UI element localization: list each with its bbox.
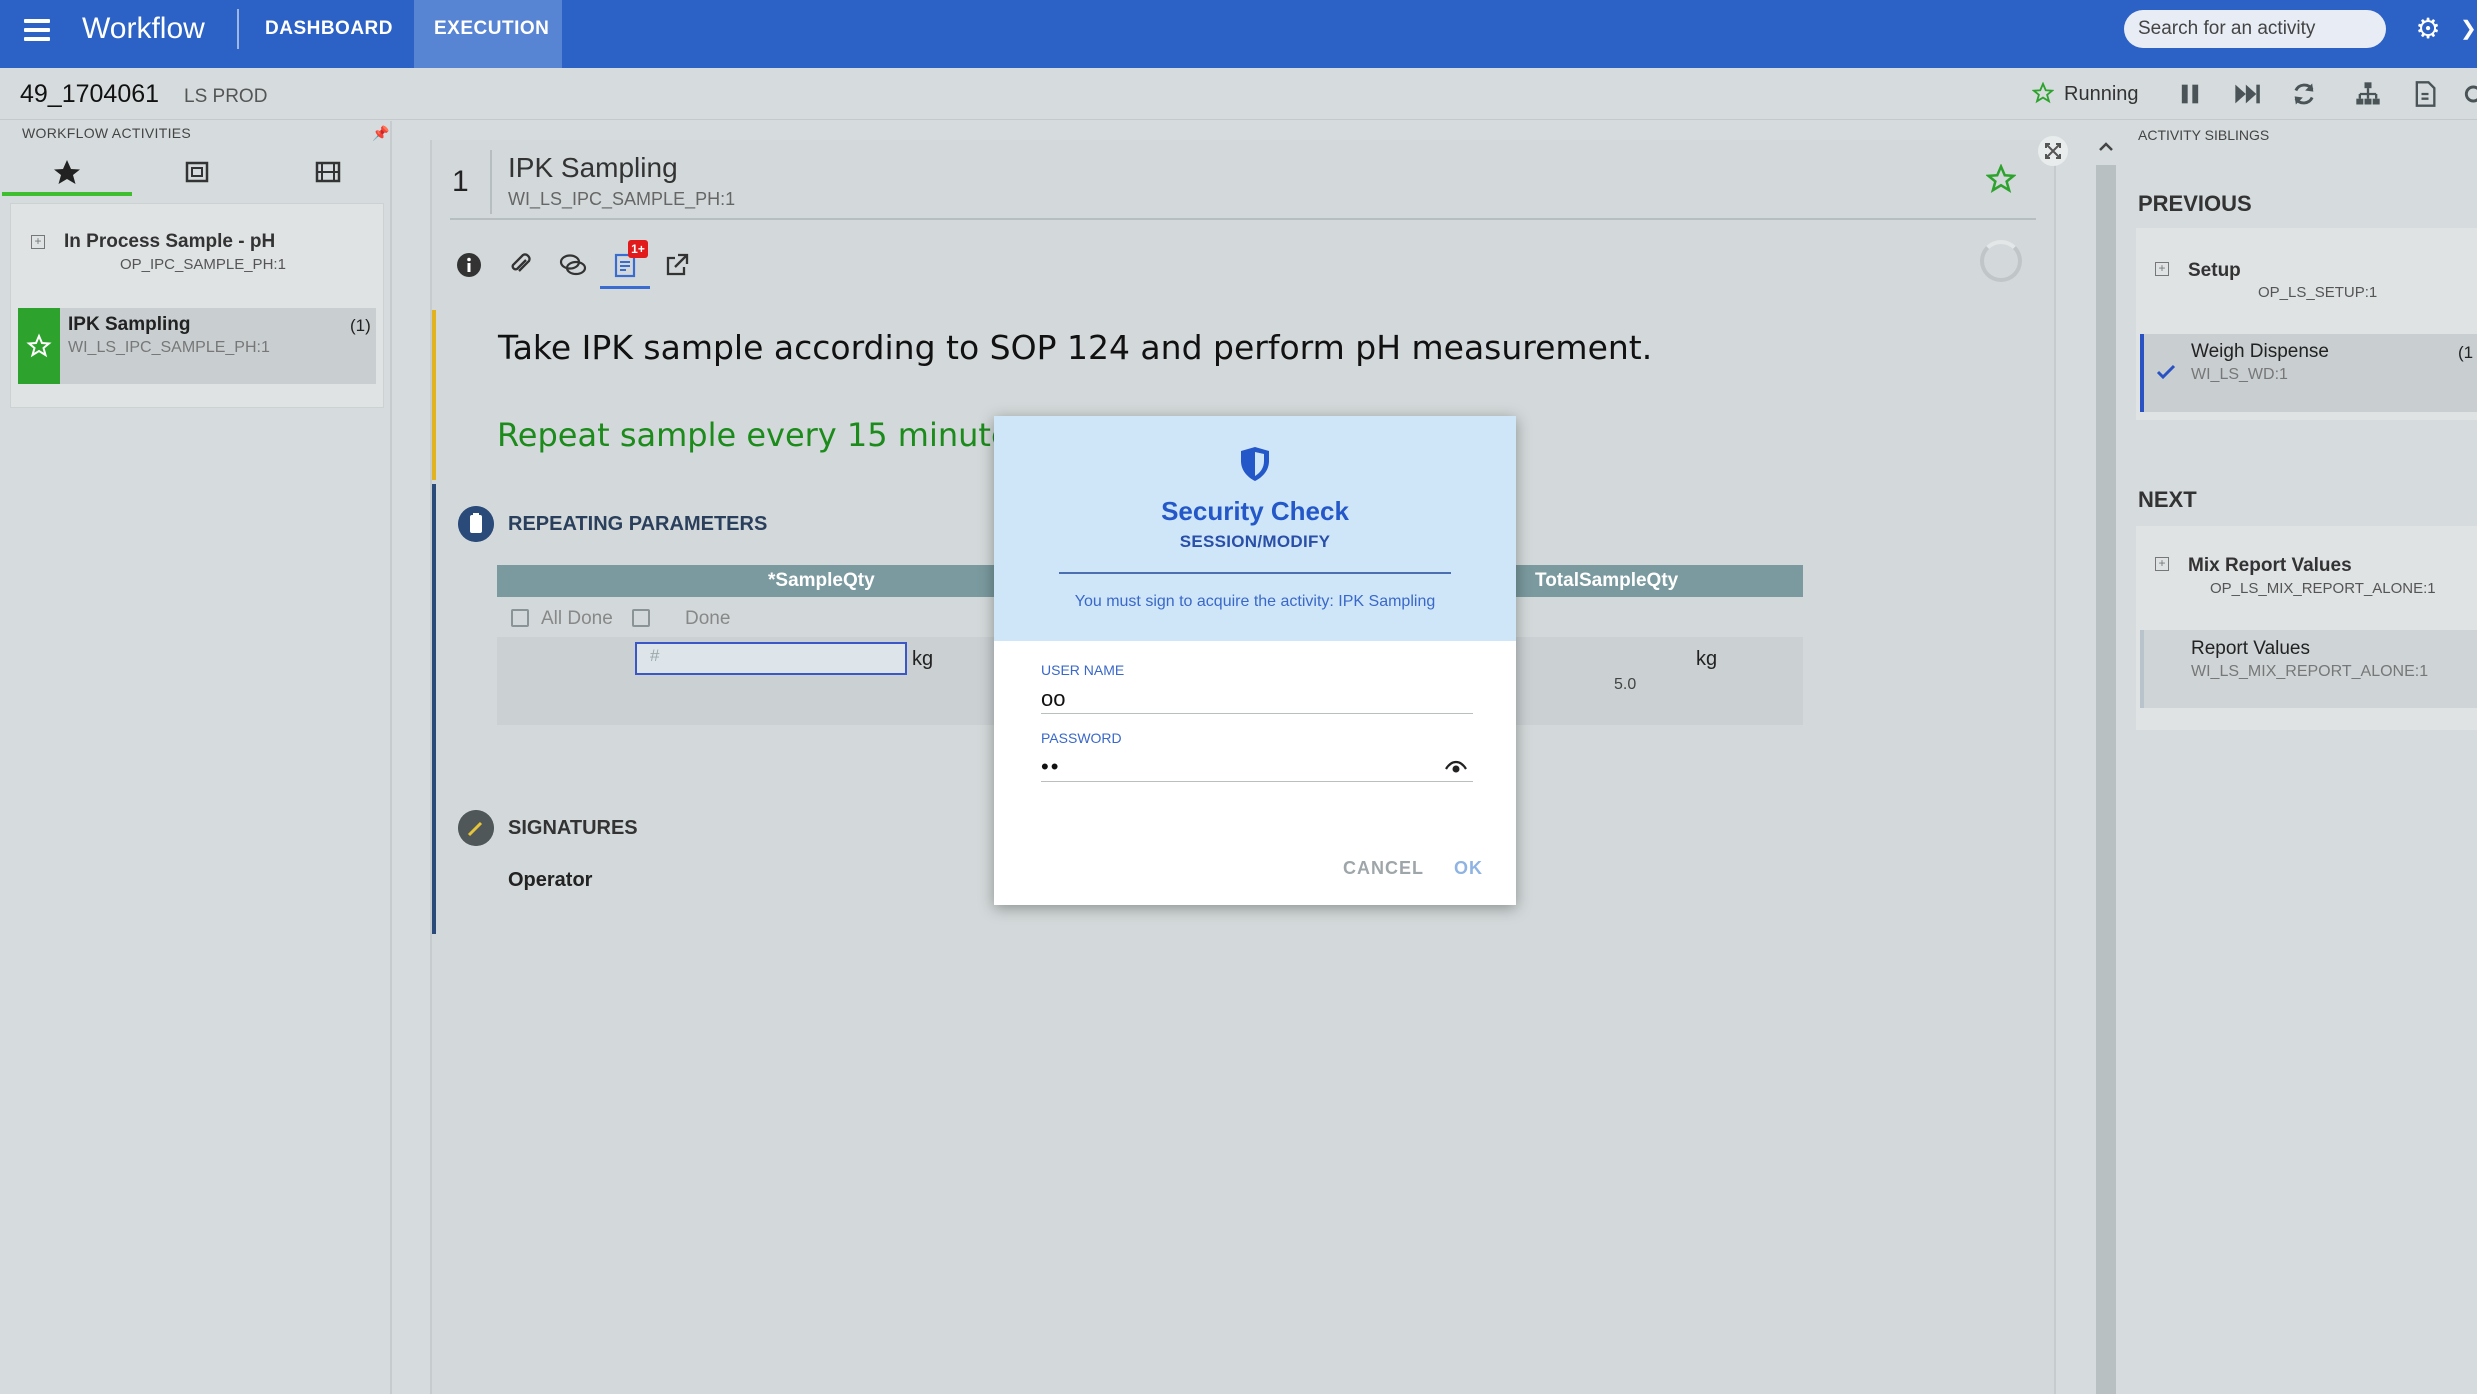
parameters-accent-bar [432,484,436,934]
active-marker [18,308,60,384]
username-field[interactable] [1041,684,1473,714]
chevron-up-icon[interactable] [2094,135,2118,159]
column-header-totalsampleqty: TotalSampleQty [1535,570,1679,591]
scrollbar[interactable] [2096,165,2116,1394]
hamburger-menu-icon[interactable] [22,16,52,46]
notification-badge: 1+ [628,240,648,258]
sibling-item-count: (1 [2458,343,2474,362]
environment-label: LS PROD [184,86,268,107]
instruction-text: Take IPK sample according to SOP 124 and… [498,328,1653,367]
tab-dashboard[interactable]: DASHBOARD [245,0,413,68]
pending-marker [2140,630,2144,708]
completed-marker [2140,334,2144,412]
done-label: Done [685,608,731,629]
search-box [2124,10,2386,48]
comments-icon[interactable] [558,250,588,280]
dialog-divider [1059,572,1451,574]
hierarchy-icon[interactable] [2354,80,2382,108]
gear-icon[interactable]: ⚙ [2413,14,2443,44]
pause-icon[interactable] [2176,80,2204,108]
favorite-star-icon[interactable] [1986,164,2016,194]
title-divider [450,218,2036,220]
app-title: Workflow [82,12,205,45]
password-field[interactable] [1041,752,1473,782]
expand-plus-icon[interactable]: + [31,235,45,249]
sampleqty-input[interactable] [635,642,907,675]
next-heading: NEXT [2138,487,2197,512]
repeat-note: Repeat sample every 15 minutes [1 [497,416,1071,454]
skip-forward-icon[interactable] [2233,80,2261,108]
sibling-item-title: Report Values [2191,638,2310,659]
ok-button[interactable]: OK [1454,858,1483,879]
sibling-item-code: WI_LS_MIX_REPORT_ALONE:1 [2191,663,2429,680]
expand-plus-icon[interactable]: + [2155,557,2169,571]
signatures-heading: SIGNATURES [508,817,638,839]
column-header-sampleqty: *SampleQty [768,570,875,591]
activity-item-title: IPK Sampling [68,314,191,335]
pin-icon[interactable]: 📌 [372,125,389,142]
panel-title: WORKFLOW ACTIVITIES [22,125,192,141]
password-label: PASSWORD [1041,730,1122,746]
search-input[interactable] [2124,10,2386,48]
panel-title: ACTIVITY SIBLINGS [2138,127,2270,143]
sibling-item-title[interactable]: Setup [2188,260,2241,282]
active-tab-indicator [2,192,132,196]
favorites-tab-star-icon[interactable] [2,150,132,194]
step-number: 1 [452,165,469,198]
activity-item-code: OP_IPC_SAMPLE_PH:1 [120,256,286,273]
total-unit: kg [1696,648,1718,670]
sibling-item-code: OP_LS_MIX_REPORT_ALONE:1 [2210,580,2436,597]
fullscreen-icon[interactable] [2038,136,2068,166]
frame-tab-icon[interactable] [132,150,262,194]
overflow-icon[interactable] [2464,80,2477,108]
instruction-accent-bar [432,310,436,480]
dialog-subtitle: SESSION/MODIFY [1179,532,1331,551]
pencil-icon [458,810,494,846]
dialog-message: You must sign to acquire the activity: I… [1074,593,1436,610]
tab-execution[interactable]: EXECUTION [414,0,562,68]
active-tool-indicator [600,286,650,289]
refresh-icon[interactable] [2290,80,2318,108]
activity-title: IPK Sampling [508,152,678,183]
star-outline-icon [2032,82,2054,104]
operator-label: Operator [508,869,593,891]
sibling-item-code: WI_LS_WD:1 [2191,366,2288,383]
check-icon [2156,364,2176,380]
external-link-icon[interactable] [662,250,692,280]
activity-item-code: WI_LS_IPC_SAMPLE_PH:1 [68,339,270,356]
username-label: USER NAME [1041,662,1125,678]
all-done-label: All Done [541,608,613,629]
overflow-edge-icon[interactable]: ❯ [2460,16,2477,42]
cancel-button[interactable]: CANCEL [1343,858,1424,879]
info-icon[interactable] [454,250,484,280]
dialog-title: Security Check [1161,496,1349,526]
sibling-item-title[interactable]: Mix Report Values [2188,555,2352,577]
sibling-item-title: Weigh Dispense [2191,341,2330,362]
shield-icon [1241,447,1269,481]
done-checkbox[interactable] [632,609,650,627]
activity-code: WI_LS_IPC_SAMPLE_PH:1 [508,189,736,209]
activity-item-title[interactable]: In Process Sample - pH [64,231,275,253]
activity-item-count: (1) [350,316,371,335]
repeating-parameters-heading: REPEATING PARAMETERS [508,513,768,535]
previous-heading: PREVIOUS [2138,191,2252,216]
film-tab-icon[interactable] [262,150,392,194]
star-outline-icon [26,333,52,358]
paperclip-icon[interactable] [506,250,536,280]
input-placeholder: # [650,646,660,665]
clipboard-icon [458,506,494,542]
loading-spinner-icon [1980,240,2022,282]
eye-icon[interactable] [1443,756,1469,778]
step-divider [490,150,492,214]
all-done-checkbox[interactable] [511,609,529,627]
document-icon[interactable] [2411,80,2439,108]
sibling-item-code: OP_LS_SETUP:1 [2258,284,2378,301]
total-value: 5.0 [1614,676,1637,693]
expand-plus-icon[interactable]: + [2155,262,2169,276]
order-id: 49_1704061 [20,80,160,108]
status-text: Running [2064,83,2139,105]
sample-unit: kg [912,648,934,670]
header-divider [237,9,239,49]
